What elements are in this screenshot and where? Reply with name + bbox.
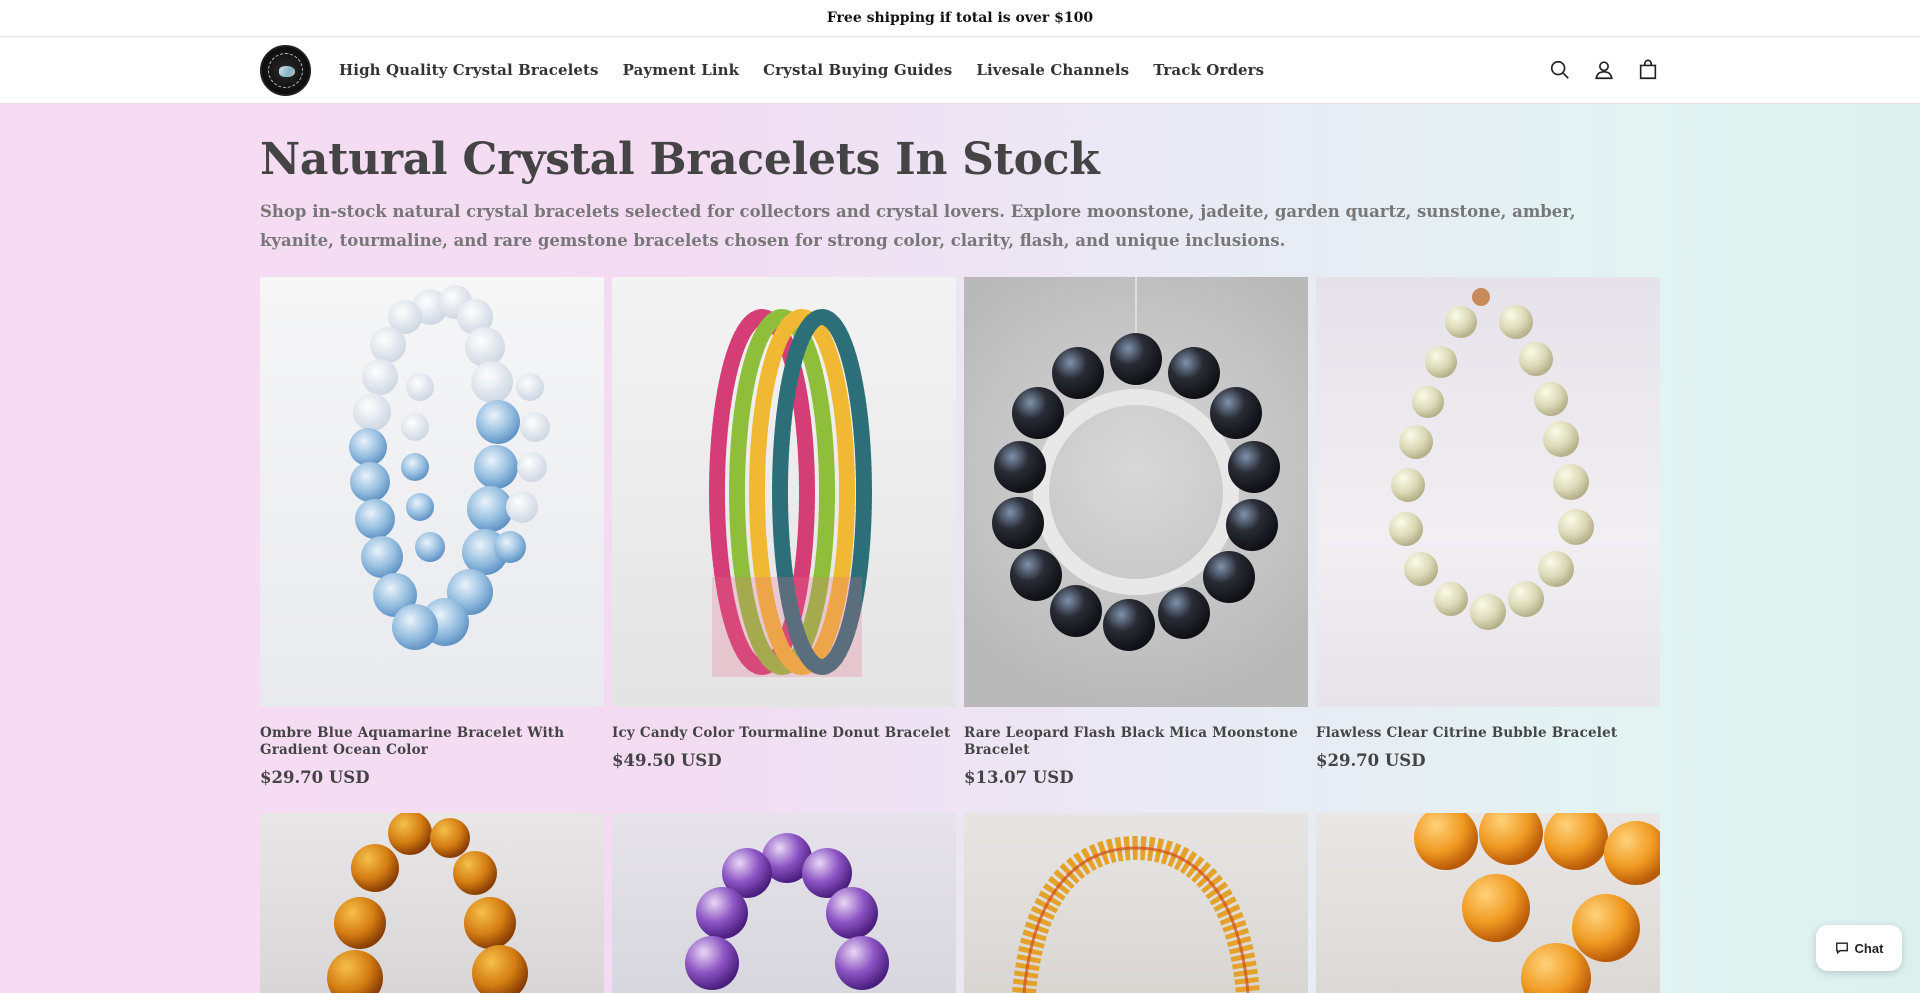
product-image[interactable] [612,813,956,993]
nav-link-crystal-buying-guides[interactable]: Crystal Buying Guides [763,61,952,79]
cart-icon[interactable] [1636,58,1660,82]
product-price: $49.50 USD [612,751,722,770]
product-card[interactable]: Ombre Blue Aquamarine Bracelet With Grad… [260,277,604,787]
product-image[interactable] [964,277,1308,707]
product-image[interactable] [1316,813,1660,993]
chat-button[interactable]: Chat [1816,925,1902,971]
product-image[interactable] [612,277,956,707]
account-icon[interactable] [1592,58,1616,82]
product-price: $13.07 USD [964,768,1074,787]
announcement-text: Free shipping if total is over $100 [826,10,1094,26]
main-nav: High Quality Crystal Bracelets Payment L… [339,61,1288,79]
chat-icon [1835,942,1848,955]
chat-label: Chat [1854,940,1884,956]
product-card[interactable] [964,813,1308,993]
product-card[interactable] [1316,813,1660,993]
product-card[interactable] [612,813,956,993]
collection-section: Natural Crystal Bracelets In Stock Shop … [0,103,1920,993]
nav-link-payment-link[interactable]: Payment Link [623,61,740,79]
product-image[interactable] [260,813,604,993]
product-price: $29.70 USD [260,768,370,787]
collection-description: Shop in-stock natural crystal bracelets … [260,202,1576,250]
site-header: High Quality Crystal Bracelets Payment L… [0,37,1920,103]
product-card[interactable]: Flawless Clear Citrine Bubble Bracelet $… [1316,277,1660,787]
nav-link-high-quality-crystal-bracelets[interactable]: High Quality Crystal Bracelets [339,61,599,79]
product-grid: Ombre Blue Aquamarine Bracelet With Grad… [260,277,1660,993]
nav-link-livesale-channels[interactable]: Livesale Channels [976,61,1129,79]
product-title[interactable]: Flawless Clear Citrine Bubble Bracelet [1316,725,1660,742]
product-price: $29.70 USD [1316,751,1426,770]
page-title: Natural Crystal Bracelets In Stock [260,134,1100,185]
product-title[interactable]: Ombre Blue Aquamarine Bracelet With Grad… [260,725,604,759]
announcement-bar: Free shipping if total is over $100 [0,0,1920,37]
product-card[interactable] [260,813,604,993]
search-icon[interactable] [1548,58,1572,82]
product-image[interactable] [964,813,1308,993]
product-card[interactable]: Rare Leopard Flash Black Mica Moonstone … [964,277,1308,787]
product-image[interactable] [1316,277,1660,707]
product-title[interactable]: Icy Candy Color Tourmaline Donut Bracele… [612,725,956,742]
store-logo[interactable] [260,44,311,96]
nav-link-track-orders[interactable]: Track Orders [1153,61,1264,79]
product-title[interactable]: Rare Leopard Flash Black Mica Moonstone … [964,725,1308,759]
product-image[interactable] [260,277,604,707]
product-card[interactable]: Icy Candy Color Tourmaline Donut Bracele… [612,277,956,787]
